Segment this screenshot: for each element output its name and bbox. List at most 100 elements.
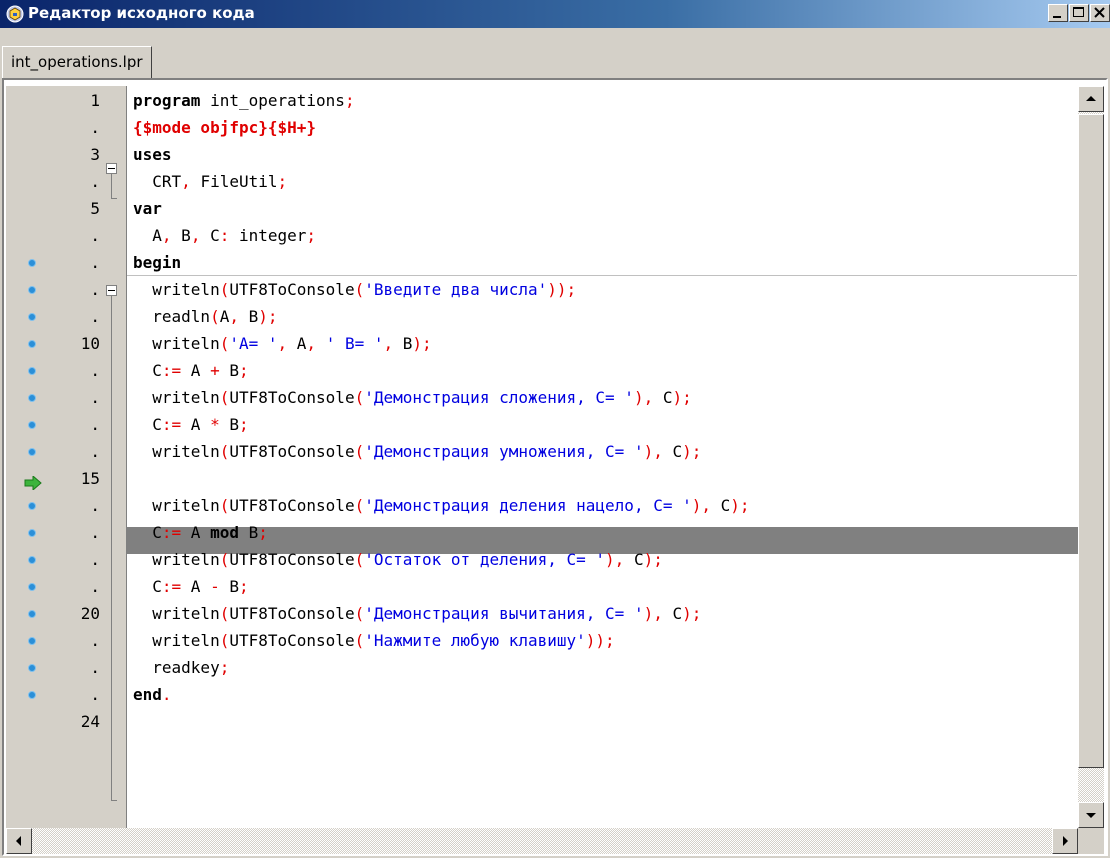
breakpoint-dot-icon[interactable] [28,610,36,618]
code-line[interactable]: C:= A - B; [133,573,248,600]
horizontal-scrollbar[interactable] [6,828,1078,854]
breakpoint-dot-icon[interactable] [28,259,36,267]
code-line[interactable]: readkey; [133,654,229,681]
arrow-up-icon [1086,96,1096,101]
gutter-line[interactable]: 24 [6,708,124,735]
tab-int-operations[interactable]: int_operations.lpr [2,46,152,78]
code-line[interactable]: writeln(UTF8ToConsole('Демонстрация деле… [133,492,749,519]
gutter-line[interactable]: 3 [6,141,124,168]
line-number: . [90,118,100,137]
arrow-left-icon [16,836,21,846]
breakpoint-dot-icon[interactable] [28,421,36,429]
gutter-line[interactable]: . [6,114,124,141]
line-number: . [90,577,100,596]
gutter-line[interactable]: . [6,573,124,600]
code-line[interactable]: A, B, C: integer; [133,222,316,249]
gutter-line[interactable]: . [6,303,124,330]
gutter-line[interactable]: 5 [6,195,124,222]
line-number: . [90,280,100,299]
breakpoint-dot-icon[interactable] [28,448,36,456]
scroll-up-button[interactable] [1078,86,1104,112]
code-line[interactable]: program int_operations; [133,87,355,114]
breakpoint-dot-icon[interactable] [28,367,36,375]
fold-line-end [111,800,117,801]
code-line[interactable]: begin [133,249,181,276]
code-line-current[interactable]: C:= A div B; [133,465,268,492]
gutter-line[interactable]: . [6,438,124,465]
execution-point-arrow-icon [24,471,42,492]
breakpoint-dot-icon[interactable] [28,340,36,348]
code-line[interactable]: uses [133,141,172,168]
breakpoint-dot-icon[interactable] [28,394,36,402]
scrollbar-corner [1078,828,1104,854]
code-line[interactable]: writeln(UTF8ToConsole('Введите два числа… [133,276,576,303]
code-line[interactable]: writeln(UTF8ToConsole('Демонстрация слож… [133,384,691,411]
gutter-line[interactable]: 20 [6,600,124,627]
breakpoint-dot-icon[interactable] [28,583,36,591]
title-bar[interactable]: Редактор исходного кода [0,0,1110,28]
code-line[interactable]: end. [133,681,172,708]
line-number: 1 [90,91,100,110]
breakpoint-dot-icon[interactable] [28,313,36,321]
gutter-line[interactable]: . [6,492,124,519]
lazarus-app-icon [6,5,24,23]
scroll-left-button[interactable] [6,828,32,854]
breakpoint-dot-icon[interactable] [28,502,36,510]
code-line[interactable]: writeln(UTF8ToConsole('Демонстрация умно… [133,438,701,465]
gutter-line[interactable]: . [6,222,124,249]
line-number: . [90,172,100,191]
gutter-line[interactable]: 1 [6,87,124,114]
gutter-line[interactable]: . [6,519,124,546]
gutter-line[interactable]: . [6,357,124,384]
line-number: . [90,685,100,704]
gutter-line[interactable]: . [6,168,124,195]
gutter-line[interactable]: . [6,384,124,411]
gutter-line[interactable]: . [6,654,124,681]
code-line[interactable]: C:= A + B; [133,357,248,384]
minimize-button[interactable] [1048,4,1068,22]
line-number: 15 [80,469,100,488]
line-number: 5 [90,199,100,218]
scroll-right-button[interactable] [1052,828,1078,854]
gutter-line[interactable]: 15 [6,465,124,492]
code-line[interactable]: writeln(UTF8ToConsole('Нажмите любую кла… [133,627,614,654]
gutter-line[interactable]: . [6,249,124,276]
gutter-line[interactable]: . [6,411,124,438]
breakpoint-dot-icon[interactable] [28,637,36,645]
line-number: 20 [80,604,100,623]
gutter-line[interactable]: . [6,627,124,654]
line-number: . [90,226,100,245]
line-number: . [90,307,100,326]
breakpoint-dot-icon[interactable] [28,691,36,699]
vertical-scroll-thumb[interactable] [1078,114,1104,768]
gutter-line[interactable]: . [6,681,124,708]
gutter-line[interactable]: 10 [6,330,124,357]
breakpoint-dot-icon[interactable] [28,286,36,294]
close-icon [1094,7,1105,18]
tab-strip [0,30,1110,74]
code-line[interactable]: writeln(UTF8ToConsole('Демонстрация вычи… [133,600,701,627]
breakpoint-dot-icon[interactable] [28,529,36,537]
breakpoint-dot-icon[interactable] [28,556,36,564]
code-line[interactable]: readln(A, B); [133,303,277,330]
line-number: . [90,550,100,569]
line-number: . [90,442,100,461]
gutter-line[interactable]: . [6,276,124,303]
code-line[interactable]: {$mode objfpc}{$H+} [133,114,316,141]
line-number: . [90,361,100,380]
line-number: . [90,631,100,650]
close-button[interactable] [1090,4,1110,22]
code-line[interactable]: C:= A mod B; [133,519,268,546]
minimize-icon [1053,16,1061,18]
code-line[interactable]: writeln(UTF8ToConsole('Остаток от делени… [133,546,663,573]
code-line[interactable]: CRT, FileUtil; [133,168,287,195]
gutter-line[interactable]: . [6,546,124,573]
breakpoint-dot-icon[interactable] [28,664,36,672]
line-number: 24 [80,712,100,731]
scroll-down-button[interactable] [1078,802,1104,828]
code-line[interactable]: C:= A * B; [133,411,248,438]
line-number: 10 [80,334,100,353]
maximize-button[interactable] [1069,4,1089,22]
code-line[interactable]: var [133,195,162,222]
code-line[interactable]: writeln('A= ', A, ' B= ', B); [133,330,431,357]
